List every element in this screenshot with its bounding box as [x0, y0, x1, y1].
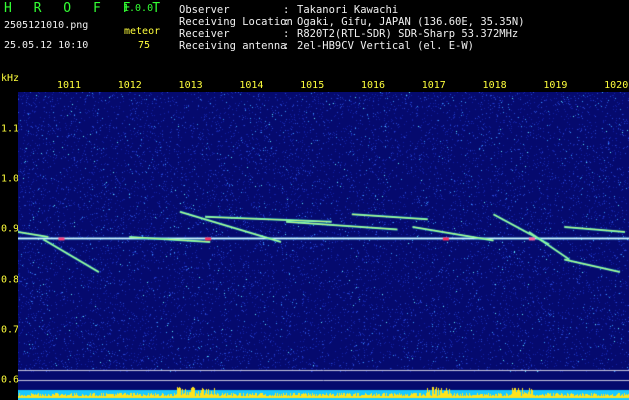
info-key: Receiver [179, 28, 230, 40]
detection-count: 75 [138, 40, 151, 51]
info-value: Takanori Kawachi [297, 4, 399, 16]
info-separator: : [283, 40, 290, 52]
x-tick-label: 1017 [421, 80, 446, 91]
info-value: Ogaki, Gifu, JAPAN (136.60E, 35.35N) [297, 16, 525, 28]
x-tick-label: 1018 [482, 80, 507, 91]
y-tick-label: 0.9 [1, 223, 20, 235]
image-filename: 2505121010.png [4, 20, 89, 31]
info-key: Receiving Location [179, 16, 293, 28]
y-tick-label: 1.1 [1, 123, 20, 135]
info-value: 2el-HB9CV Vertical (el. E-W) [297, 40, 475, 52]
x-tick-label: 1015 [300, 80, 325, 91]
info-key: Receiving antenna [179, 40, 287, 52]
y-tick-label: 0.7 [1, 324, 20, 336]
x-tick-label: 1012 [117, 80, 142, 91]
x-tick-label: 1013 [178, 80, 203, 91]
x-tick-label: 1020 [604, 80, 629, 91]
y-axis-unit-label: kHz [1, 73, 20, 84]
info-value: R820T2(RTL-SDR) SDR-Sharp 53.372MHz [297, 28, 519, 40]
capture-timestamp: 25.05.12 10:10 [4, 40, 89, 51]
info-separator: : [283, 16, 290, 28]
y-tick-label: 1.0 [1, 173, 20, 185]
hroft-spectrogram-window: H R O F F T 1.0.0 2505121010.png 25.05.1… [0, 0, 629, 400]
y-tick-label: 0.8 [1, 274, 20, 286]
x-tick-label: 1016 [360, 80, 386, 91]
x-tick-label: 1011 [56, 80, 82, 91]
x-tick-label: 1014 [239, 80, 264, 91]
x-tick-label: 1019 [543, 80, 568, 91]
spectrogram-canvas [18, 92, 629, 400]
app-version: 1.0.0 [123, 3, 154, 14]
detection-label: meteor [124, 26, 161, 37]
info-key: Observer [179, 4, 230, 16]
info-separator: : [283, 4, 290, 16]
y-tick-label: 0.6 [1, 374, 20, 386]
spectrogram-plot [18, 92, 629, 400]
info-separator: : [283, 28, 290, 40]
